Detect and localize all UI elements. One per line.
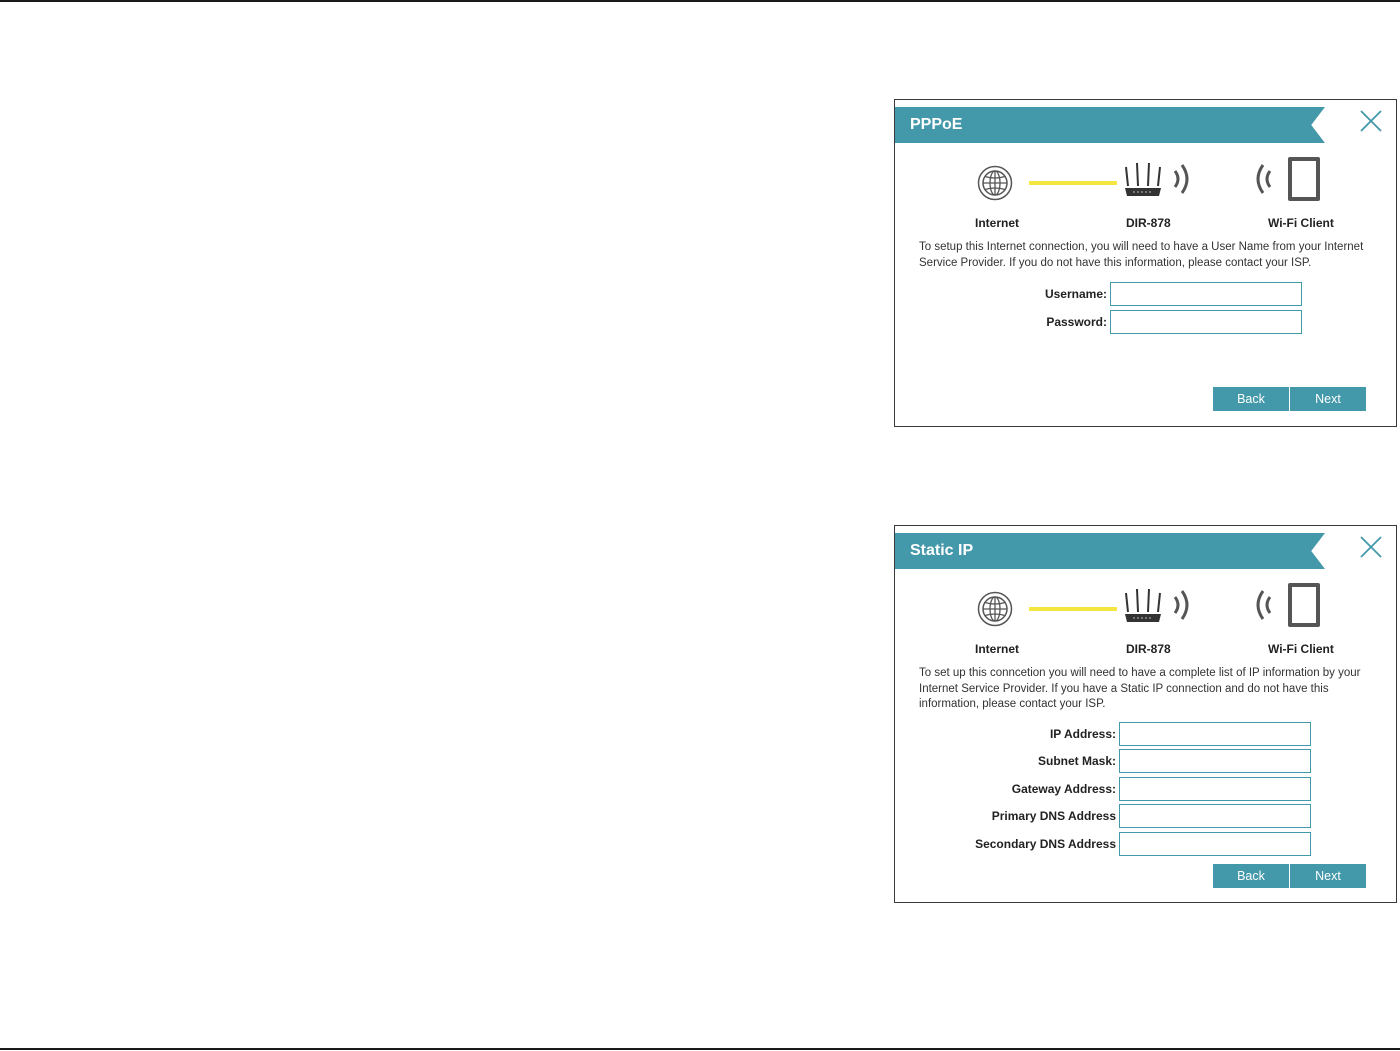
connection-diagram: Internet DIR-878 Wi-Fi Client: [895, 581, 1395, 656]
secondary-dns-label: Secondary DNS Address: [975, 837, 1116, 851]
wifi-signal-icon: [1256, 590, 1272, 620]
secondary-dns-row: Secondary DNS Address: [895, 832, 1398, 856]
password-input[interactable]: [1110, 310, 1302, 334]
back-button[interactable]: Back: [1213, 864, 1289, 888]
next-button[interactable]: Next: [1290, 387, 1366, 411]
primary-dns-label: Primary DNS Address: [991, 809, 1116, 823]
close-icon[interactable]: [1358, 534, 1384, 560]
gateway-address-input[interactable]: [1119, 777, 1311, 801]
password-label: Password:: [1046, 315, 1107, 329]
top-rule: [0, 0, 1400, 2]
wifi-signal-icon: [1173, 590, 1189, 620]
wifi-signal-icon: [1256, 164, 1272, 194]
gateway-address-row: Gateway Address:: [895, 777, 1398, 801]
back-button[interactable]: Back: [1213, 387, 1289, 411]
static-ip-dialog: Static IP Internet DIR-878 Wi-Fi Client …: [894, 525, 1397, 903]
router-icon: [1125, 162, 1161, 196]
username-row: Username:: [895, 282, 1398, 306]
instructions-text: To set up this conncetion you will need …: [919, 667, 1361, 710]
primary-dns-input[interactable]: [1119, 804, 1311, 828]
ip-address-row: IP Address:: [895, 722, 1398, 746]
globe-icon: [977, 591, 1013, 627]
wifi-client-label: Wi-Fi Client: [1268, 642, 1334, 656]
dialog-header: PPPoE: [895, 107, 1325, 143]
subnet-mask-row: Subnet Mask:: [895, 749, 1398, 773]
bottom-rule: [0, 1048, 1400, 1050]
tablet-icon: [1288, 157, 1320, 201]
wifi-client-label: Wi-Fi Client: [1268, 216, 1334, 230]
gateway-address-label: Gateway Address:: [1011, 782, 1116, 796]
router-label: DIR-878: [1126, 216, 1171, 230]
dialog-header: Static IP: [895, 533, 1325, 569]
connection-diagram: Internet DIR-878 Wi-Fi Client: [895, 155, 1395, 230]
dialog-title: Static IP: [910, 542, 974, 559]
secondary-dns-input[interactable]: [1119, 832, 1311, 856]
subnet-mask-label: Subnet Mask:: [1037, 754, 1116, 768]
internet-label: Internet: [975, 642, 1020, 656]
globe-icon: [977, 165, 1013, 201]
dialog-title: PPPoE: [910, 116, 963, 133]
connection-line: [1029, 607, 1117, 611]
internet-label: Internet: [975, 216, 1020, 230]
connection-line: [1029, 181, 1117, 185]
ip-address-label: IP Address:: [1049, 727, 1116, 741]
primary-dns-row: Primary DNS Address: [895, 804, 1398, 828]
username-input[interactable]: [1110, 282, 1302, 306]
next-button[interactable]: Next: [1290, 864, 1366, 888]
instructions-text: To setup this Internet connection, you w…: [919, 241, 1364, 269]
tablet-icon: [1288, 583, 1320, 627]
password-row: Password:: [895, 310, 1398, 334]
router-label: DIR-878: [1126, 642, 1171, 656]
pppoe-dialog: PPPoE Internet DIR-878 Wi-Fi Client To s…: [894, 99, 1397, 427]
subnet-mask-input[interactable]: [1119, 749, 1311, 773]
username-label: Username:: [1044, 287, 1107, 301]
ip-address-input[interactable]: [1119, 722, 1311, 746]
close-icon[interactable]: [1358, 108, 1384, 134]
router-icon: [1125, 588, 1161, 622]
wifi-signal-icon: [1173, 164, 1189, 194]
